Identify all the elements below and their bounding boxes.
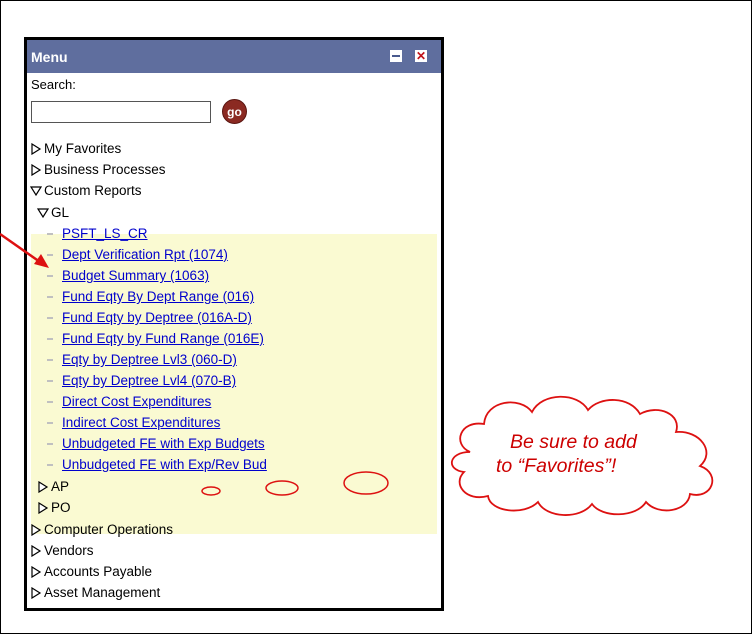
pointer-arrow-line (0, 232, 41, 264)
pointer-arrowhead-icon (34, 254, 49, 268)
thought-bubble-dot (343, 471, 389, 495)
thought-bubble-dot (201, 486, 221, 496)
thought-bubble-dot (265, 480, 299, 496)
callout-line-2: to “Favorites”! (496, 455, 617, 477)
annotation-overlay (0, 232, 714, 516)
callout-text: Be sure to add to “Favorites”! (473, 430, 733, 478)
callout-line-1: Be sure to add (510, 431, 637, 453)
